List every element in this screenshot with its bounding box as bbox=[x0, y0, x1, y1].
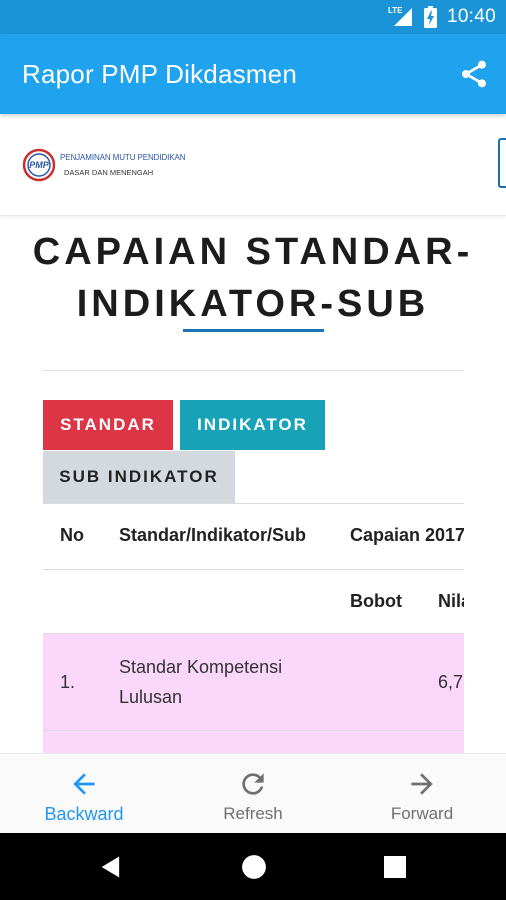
bottom-navigation: Backward Refresh Forward bbox=[0, 753, 506, 833]
refresh-icon bbox=[242, 773, 264, 795]
table-rule bbox=[43, 503, 464, 504]
divider bbox=[42, 370, 464, 371]
backward-label: Backward bbox=[44, 804, 124, 824]
refresh-label: Refresh bbox=[223, 804, 283, 823]
app-bar: Rapor PMP Dikdasmen bbox=[0, 34, 506, 114]
arrow-right-icon bbox=[411, 773, 433, 795]
tab-standar[interactable]: STANDAR bbox=[43, 400, 173, 450]
screen: LTE 10:40 Rapor PMP Dikdasmen PMP PENJAM… bbox=[0, 0, 506, 900]
pmp-logo[interactable]: PMP PENJAMINAN MUTU PENDIDIKAN DASAR DAN… bbox=[22, 148, 186, 184]
table-row[interactable]: 1. Standar Kompetensi Lulusan 6,7 bbox=[43, 634, 464, 730]
back-triangle-icon[interactable] bbox=[97, 853, 125, 881]
share-icon[interactable] bbox=[458, 58, 490, 90]
home-circle-icon[interactable] bbox=[241, 854, 267, 880]
menu-toggle-button[interactable] bbox=[498, 138, 506, 188]
signal-icon: LTE bbox=[388, 6, 414, 28]
logo-line-1: PENJAMINAN MUTU PENDIDIKAN bbox=[60, 153, 186, 162]
pmp-logo-icon: PMP bbox=[22, 148, 56, 182]
pmp-logo-mark: PMP bbox=[29, 160, 50, 170]
tab-indikator[interactable]: INDIKATOR bbox=[180, 400, 325, 450]
header-capaian: Capaian 2017 bbox=[350, 525, 464, 545]
header-no: No bbox=[60, 525, 84, 545]
row-name-line-1: Standar Kompetensi bbox=[119, 657, 283, 677]
forward-label: Forward bbox=[390, 804, 454, 823]
recents-square-icon[interactable] bbox=[383, 855, 407, 879]
site-header: PMP PENJAMINAN MUTU PENDIDIKAN DASAR DAN… bbox=[0, 114, 506, 216]
arrow-left-icon bbox=[73, 773, 95, 795]
header-bobot: Bobot bbox=[350, 591, 402, 611]
page-title-line-2: INDIKATOR-SUB bbox=[76, 283, 430, 325]
table-row[interactable] bbox=[43, 731, 464, 753]
row-no: 1. bbox=[60, 672, 76, 692]
forward-button[interactable]: Forward bbox=[338, 754, 506, 834]
title-underline bbox=[183, 329, 324, 332]
row-name-line-2: Lulusan bbox=[119, 687, 183, 707]
tab-sub-indikator[interactable]: SUB INDIKATOR bbox=[43, 451, 235, 503]
backward-button[interactable]: Backward bbox=[0, 754, 168, 834]
clock: 10:40 bbox=[446, 6, 496, 27]
refresh-button[interactable]: Refresh bbox=[169, 754, 337, 834]
table-rule bbox=[43, 569, 464, 570]
battery-icon bbox=[423, 6, 437, 28]
capaian-table[interactable]: No Standar/Indikator/Sub Capaian 2017 Bo… bbox=[43, 503, 464, 753]
header-nilai: Nilai bbox=[438, 591, 464, 611]
logo-line-2: DASAR DAN MENENGAH bbox=[64, 168, 154, 177]
header-standar: Standar/Indikator/Sub bbox=[119, 525, 307, 545]
status-bar: LTE 10:40 bbox=[0, 0, 506, 34]
page-title-line-1: CAPAIAN STANDAR- bbox=[32, 231, 474, 273]
row-nilai: 6,7 bbox=[438, 672, 464, 692]
page-title: CAPAIAN STANDAR- INDIKATOR-SUB bbox=[0, 226, 506, 330]
system-navigation-bar bbox=[0, 833, 506, 900]
app-title: Rapor PMP Dikdasmen bbox=[22, 59, 297, 89]
